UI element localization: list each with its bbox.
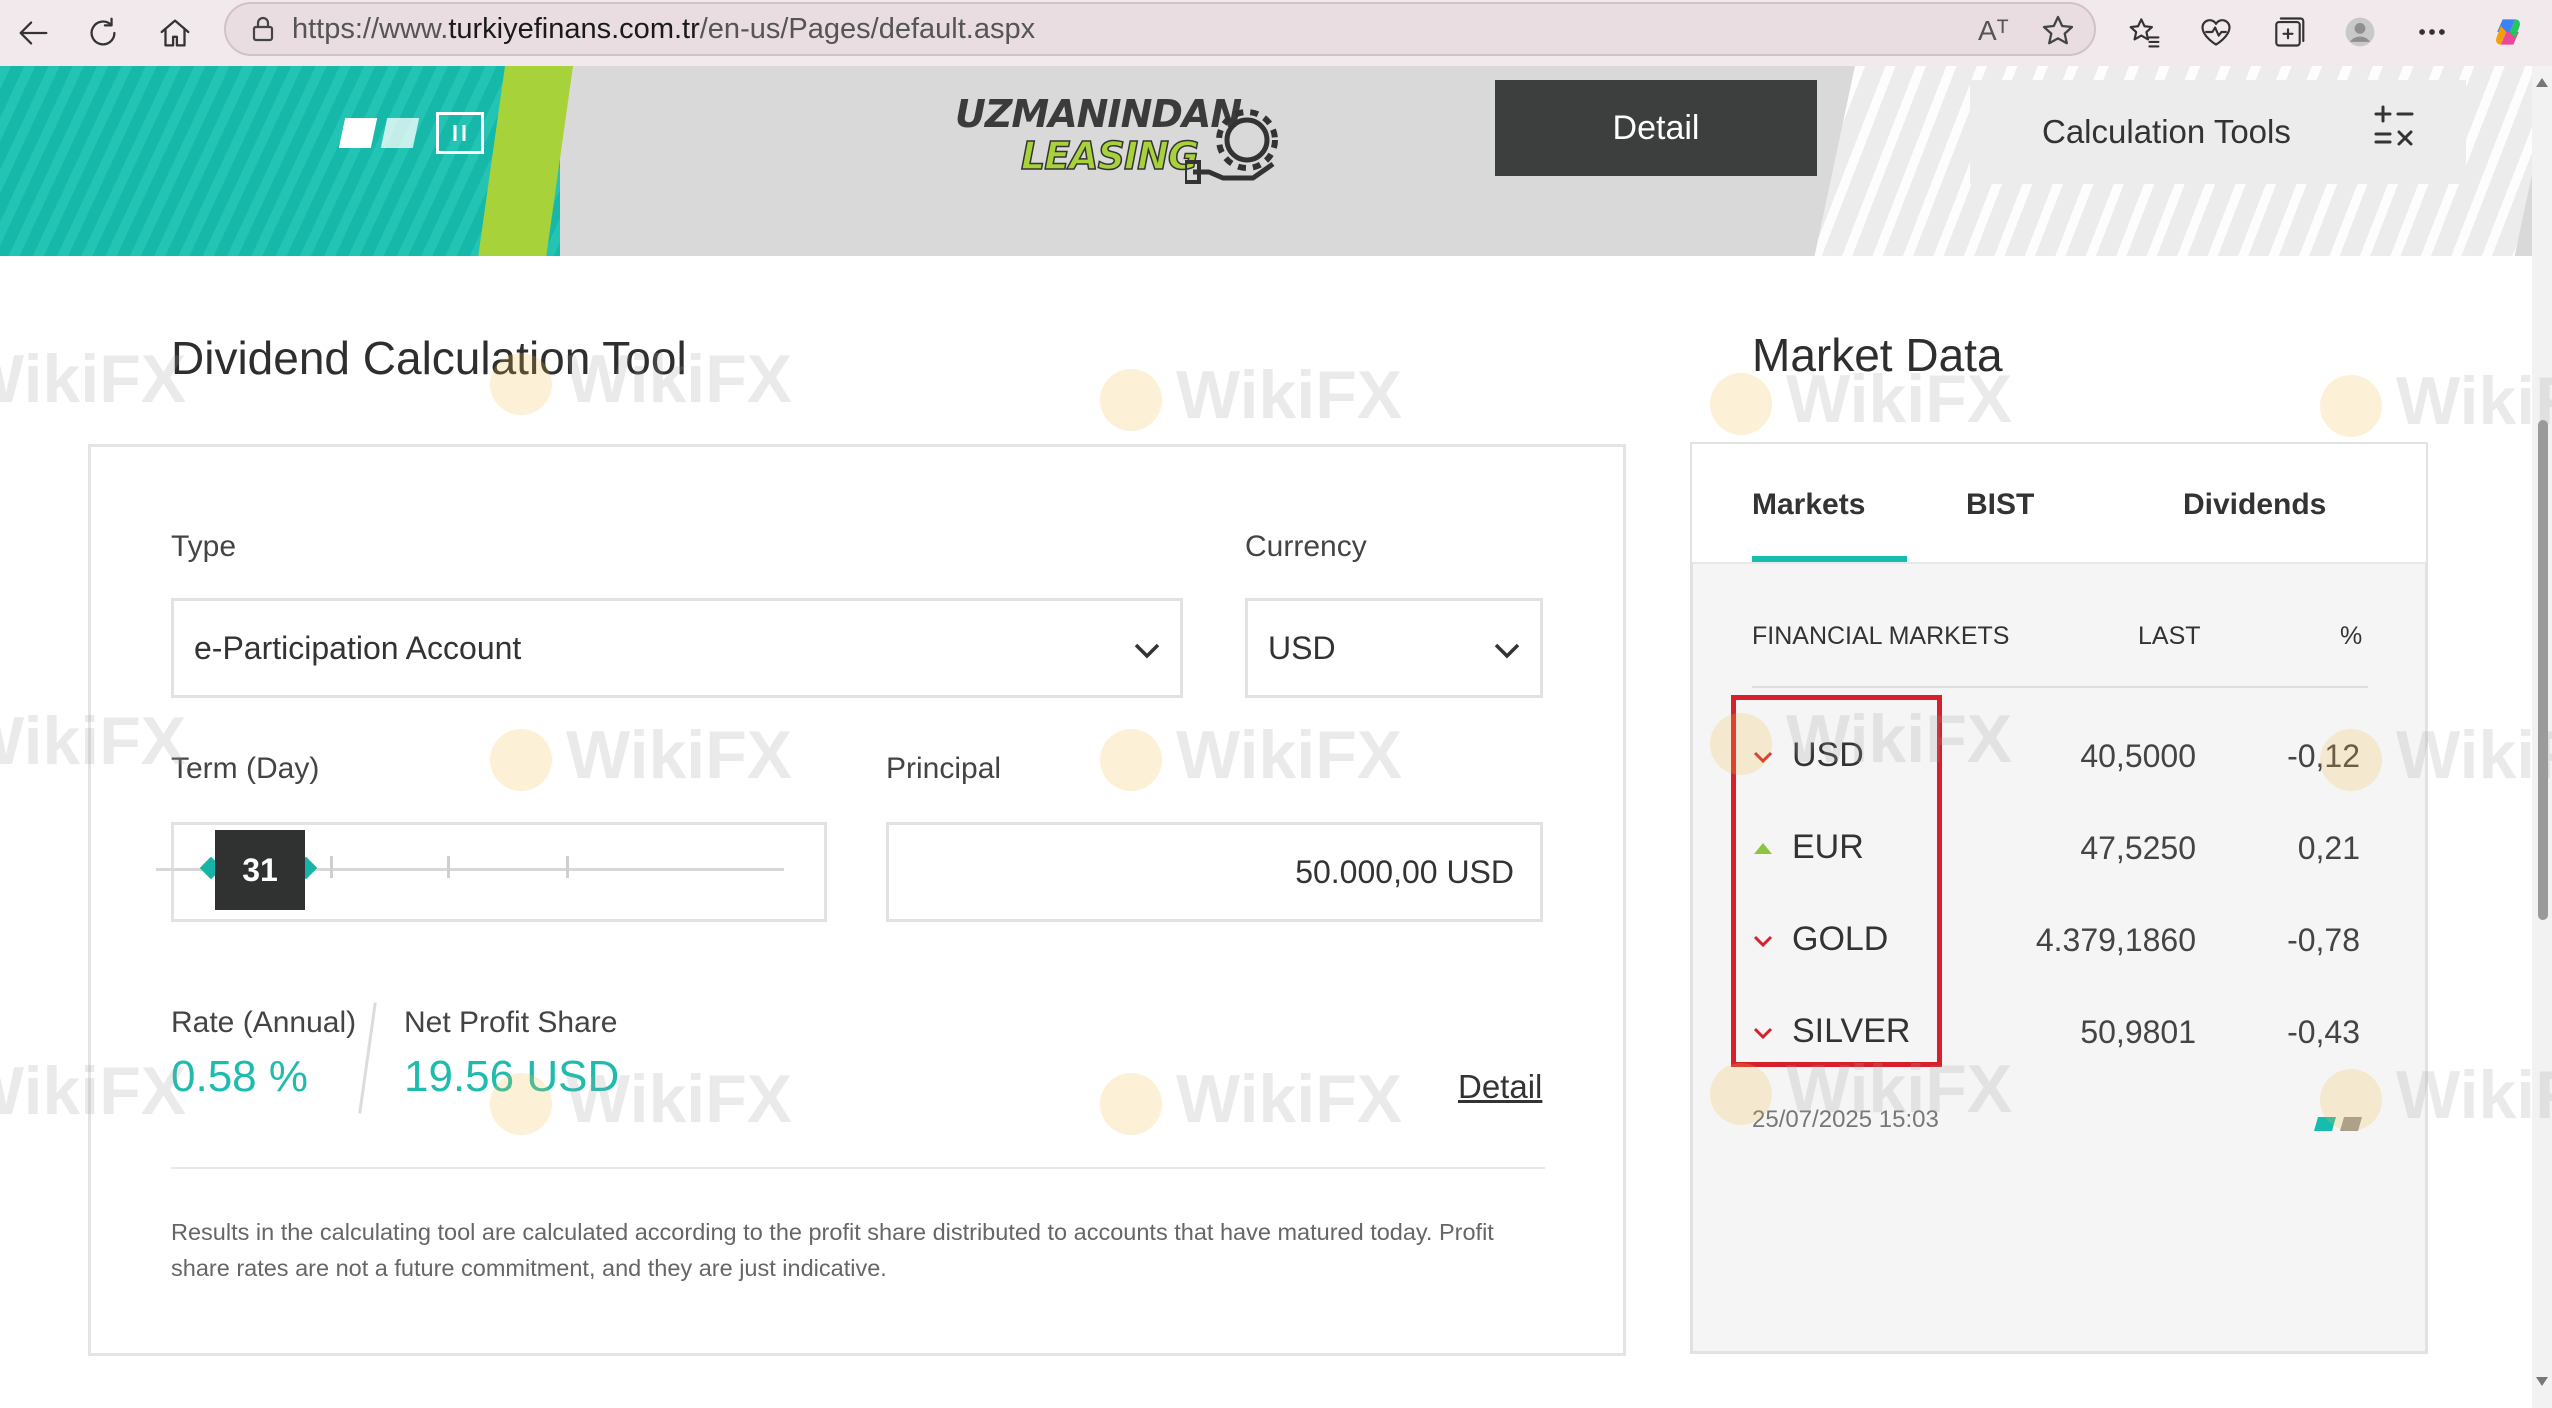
profile-avatar-icon[interactable]	[2336, 8, 2384, 56]
tab-markets[interactable]: Markets	[1752, 488, 1865, 522]
section-divider	[171, 1167, 1545, 1169]
principal-value: 50.000,00 USD	[1295, 854, 1514, 890]
market-last-usd: 40,5000	[2080, 738, 2196, 774]
lock-icon[interactable]	[248, 14, 278, 44]
market-pct-gold: -0,78	[2287, 922, 2360, 958]
browser-essentials-icon[interactable]	[2192, 8, 2240, 56]
favorite-star-icon[interactable]	[2038, 11, 2078, 51]
calculator-detail-link[interactable]: Detail	[1458, 1068, 1542, 1106]
active-tab-indicator	[1752, 556, 1907, 562]
calculator-icon	[2374, 105, 2414, 146]
tab-bist[interactable]: BIST	[1966, 488, 2034, 522]
market-last-silver: 50,9801	[2080, 1014, 2196, 1050]
market-timestamp: 25/07/2025 15:03	[1752, 1106, 1939, 1133]
copilot-icon[interactable]	[2484, 8, 2532, 56]
calculation-tools-label: Calculation Tools	[2042, 113, 2291, 150]
currency-label: Currency	[1245, 530, 1367, 563]
dividend-calculator-title: Dividend Calculation Tool	[171, 332, 687, 384]
term-slider-handle[interactable]: 31	[215, 830, 305, 910]
principal-input[interactable]: 50.000,00 USD	[886, 822, 1543, 922]
browser-toolbar: https://www.turkiyefinans.com.tr/en-us/P…	[0, 0, 2552, 66]
header-divider	[1752, 686, 2368, 688]
type-select-value: e-Participation Account	[194, 630, 522, 666]
scroll-down-icon[interactable]	[2535, 1376, 2549, 1388]
column-header-percent: %	[2340, 622, 2363, 650]
column-header-last: LAST	[2138, 622, 2201, 650]
home-button[interactable]	[148, 6, 202, 60]
leasing-logo: UZMANINDAN LEASING	[955, 84, 1295, 184]
rate-value: 0.58 %	[171, 1052, 308, 1101]
scroll-up-icon[interactable]	[2535, 76, 2549, 88]
banner-detail-button[interactable]: Detail	[1495, 80, 1817, 176]
profit-share-value: 19.56 USD	[404, 1052, 620, 1101]
type-select[interactable]: e-Participation Account	[171, 598, 1183, 698]
collections-icon[interactable]	[2264, 8, 2312, 56]
rate-label: Rate (Annual)	[171, 1006, 357, 1039]
url-text[interactable]: https://www.turkiyefinans.com.tr/en-us/P…	[292, 13, 1035, 46]
market-last-gold: 4.379,1860	[2035, 922, 2196, 958]
chevron-down-icon	[1494, 643, 1520, 659]
pause-slideshow-button[interactable]	[436, 112, 484, 154]
slide-indicator-2[interactable]	[380, 118, 420, 148]
disclaimer-text: Results in the calculating tool are calc…	[171, 1219, 1494, 1281]
watermark: WikiFX	[2320, 362, 2552, 440]
favorites-icon[interactable]	[2120, 8, 2168, 56]
currency-select-value: USD	[1268, 630, 1336, 666]
back-arrow-icon	[19, 21, 48, 45]
gear-hand-icon	[1185, 109, 1278, 184]
slider-tick	[330, 856, 333, 878]
watermark: WikiFX	[1100, 356, 1402, 434]
slide-indicator-1[interactable]	[338, 118, 378, 148]
chevron-down-icon	[1134, 643, 1160, 659]
scrollbar-thumb[interactable]	[2538, 420, 2548, 920]
calculation-tools-button[interactable]: Calculation Tools	[1970, 80, 2466, 184]
more-menu-icon[interactable]	[2408, 8, 2456, 56]
banner-teal-panel	[0, 66, 560, 256]
reload-icon	[90, 17, 116, 46]
home-icon	[160, 19, 190, 47]
market-pct-eur: 0,21	[2297, 830, 2360, 866]
back-button[interactable]	[6, 6, 60, 60]
market-last-eur: 47,5250	[2080, 830, 2196, 866]
slider-tick	[447, 856, 450, 878]
pause-icon	[453, 125, 466, 141]
reload-button[interactable]	[76, 6, 130, 60]
currency-select[interactable]: USD	[1245, 598, 1543, 698]
principal-label: Principal	[886, 752, 1002, 785]
address-bar[interactable]: https://www.turkiyefinans.com.tr/en-us/P…	[224, 2, 2096, 56]
promo-banner[interactable]: UZMANINDAN LEASING Detail Calculation To…	[0, 66, 2532, 256]
profit-share-label: Net Profit Share	[404, 1006, 618, 1039]
type-label: Type	[171, 530, 237, 563]
highlight-annotation-box	[1731, 695, 1942, 1067]
slider-tick	[566, 856, 569, 878]
market-pct-silver: -0,43	[2287, 1014, 2360, 1050]
column-header-financial-markets: FINANCIAL MARKETS	[1752, 622, 2010, 650]
read-aloud-icon[interactable]: Aᵀ	[1978, 11, 2018, 51]
market-pct-usd: -0,12	[2287, 738, 2360, 774]
market-data-title: Market Data	[1752, 329, 2003, 381]
tab-dividends[interactable]: Dividends	[2183, 488, 2326, 522]
watermark: WikiFX	[0, 341, 187, 417]
market-slide-indicator[interactable]	[2314, 1117, 2366, 1131]
term-label: Term (Day)	[171, 752, 320, 785]
